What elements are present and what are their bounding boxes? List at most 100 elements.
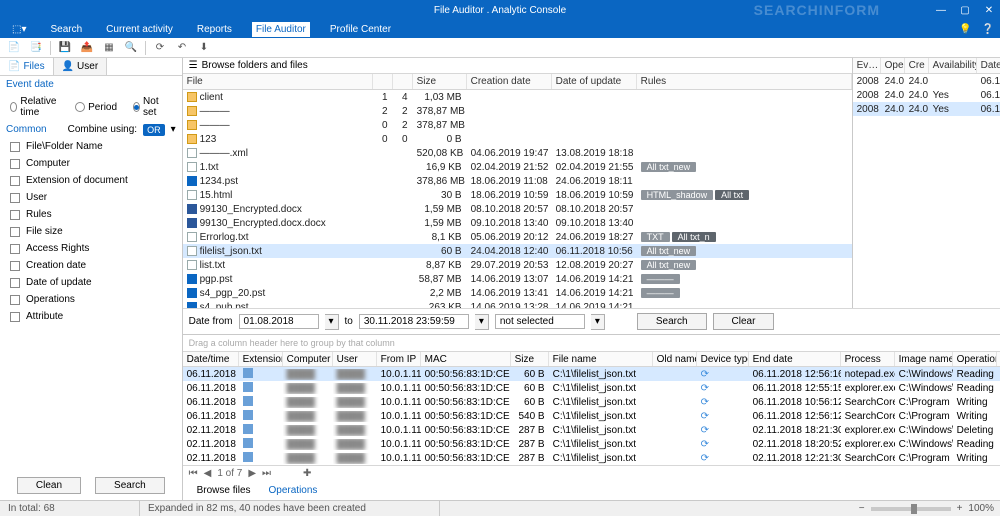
radio-not-set[interactable]: Not set: [133, 96, 162, 118]
zoom-out-icon[interactable]: −: [859, 503, 865, 514]
tab-user[interactable]: 👤User: [54, 58, 108, 75]
filter-date-of-update[interactable]: Date of update: [0, 274, 182, 291]
search-button[interactable]: Search: [95, 477, 165, 494]
data-col[interactable]: Computer: [283, 352, 333, 366]
file-row[interactable]: 15.html30 B18.06.2019 10:5918.06.2019 10…: [183, 188, 852, 202]
mini-col[interactable]: Ev…: [853, 58, 881, 73]
menu-reports[interactable]: Reports: [193, 22, 236, 37]
clean-button[interactable]: Clean: [17, 477, 81, 494]
help-icon[interactable]: ❔: [982, 24, 994, 35]
menu-search[interactable]: Search: [46, 22, 86, 37]
app-menu-icon[interactable]: ⬚▾: [8, 22, 30, 37]
data-row[interactable]: 06.11.2018████████10.0.1.1100:50:56:83:1…: [183, 395, 1000, 409]
data-col[interactable]: Old name: [653, 352, 697, 366]
data-col[interactable]: Process: [841, 352, 895, 366]
file-row[interactable]: 1.txt16,9 KB02.04.2019 21:5202.04.2019 2…: [183, 160, 852, 174]
data-col[interactable]: Operation: [953, 352, 997, 366]
col-d2[interactable]: [393, 74, 413, 89]
menu-profile-center[interactable]: Profile Center: [326, 22, 395, 37]
menu-file-auditor[interactable]: File Auditor: [252, 22, 310, 37]
undo-icon[interactable]: ↶: [174, 40, 190, 56]
data-row[interactable]: 02.11.2018████████10.0.1.1100:50:56:83:1…: [183, 437, 1000, 451]
col-created[interactable]: Creation date: [467, 74, 552, 89]
zoom-slider[interactable]: [871, 507, 951, 511]
file-row[interactable]: list.txt8,87 KB29.07.2019 20:5312.08.201…: [183, 258, 852, 272]
data-col[interactable]: Device type: [697, 352, 749, 366]
tab-browse-files[interactable]: Browse files: [189, 483, 259, 498]
filter-attribute[interactable]: Attribute: [0, 308, 182, 325]
col-size[interactable]: Size: [413, 74, 467, 89]
file-row[interactable]: 123000 B: [183, 132, 852, 146]
refresh-icon[interactable]: ⟳: [152, 40, 168, 56]
search-btn[interactable]: Search: [637, 313, 707, 330]
maximize-icon[interactable]: ▢: [958, 3, 972, 17]
filter-file-folder-name[interactable]: File\Folder Name: [0, 138, 182, 155]
col-file[interactable]: File: [183, 74, 373, 89]
tab-operations[interactable]: Operations: [261, 483, 326, 498]
lightbulb-icon[interactable]: 💡: [959, 24, 971, 35]
file-row[interactable]: pgp.pst58,87 MB14.06.2019 13:0714.06.201…: [183, 272, 852, 286]
minimize-icon[interactable]: —: [934, 3, 948, 17]
data-col[interactable]: From IP: [377, 352, 421, 366]
pager-prev-icon[interactable]: ◀: [204, 468, 212, 479]
mini-col[interactable]: Cre: [905, 58, 929, 73]
filter-file-size[interactable]: File size: [0, 223, 182, 240]
data-col[interactable]: File name: [549, 352, 653, 366]
file-row[interactable]: filelist_json.txt60 B24.04.2018 12:4006.…: [183, 244, 852, 258]
pager-next-icon[interactable]: ▶: [248, 468, 256, 479]
data-row[interactable]: 06.11.2018████████10.0.1.1100:50:56:83:1…: [183, 381, 1000, 395]
radio-period[interactable]: Period: [75, 102, 117, 113]
col-updated[interactable]: Date of update: [552, 74, 637, 89]
file-row[interactable]: 99130_Encrypted.docx.docx1,59 MB09.10.20…: [183, 216, 852, 230]
data-col[interactable]: End date: [749, 352, 841, 366]
date-to-drop-icon[interactable]: ▾: [475, 314, 489, 330]
filter-computer[interactable]: Computer: [0, 155, 182, 172]
col-rules[interactable]: Rules: [637, 74, 852, 89]
file-row[interactable]: 1234.pst378,86 MB18.06.2019 11:0824.06.2…: [183, 174, 852, 188]
data-col[interactable]: [997, 352, 1000, 366]
file-row[interactable]: 99130_Encrypted.docx1,59 MB08.10.2018 20…: [183, 202, 852, 216]
col-d1[interactable]: [373, 74, 393, 89]
mini-col[interactable]: Ope: [881, 58, 905, 73]
mini-col[interactable]: Date of update: [977, 58, 1000, 73]
combine-value[interactable]: OR: [143, 124, 165, 136]
pager-last-icon[interactable]: ⏭: [262, 468, 271, 479]
export-icon[interactable]: 📤: [79, 40, 95, 56]
data-row[interactable]: 02.11.2018████████10.0.1.1100:50:56:83:1…: [183, 451, 1000, 465]
save-icon[interactable]: 💾: [57, 40, 73, 56]
filter-extension-of-document[interactable]: Extension of document: [0, 172, 182, 189]
filter-access-rights[interactable]: Access Rights: [0, 240, 182, 257]
zoom-icon[interactable]: 🔍: [123, 40, 139, 56]
extra-filter[interactable]: not selected: [495, 314, 585, 329]
data-col[interactable]: Extension: [239, 352, 283, 366]
file-row[interactable]: s4_pgp_20.pst2,2 MB14.06.2019 13:4114.06…: [183, 286, 852, 300]
date-from-input[interactable]: 01.08.2018: [239, 314, 319, 329]
data-col[interactable]: User: [333, 352, 377, 366]
mini-row[interactable]: 2008…24.0…24.0…Yes06.11.2018 18:58:1160 …: [853, 88, 1000, 102]
data-col[interactable]: Size: [511, 352, 549, 366]
data-row[interactable]: 06.11.2018████████10.0.1.1100:50:56:83:1…: [183, 367, 1000, 381]
pager-add-icon[interactable]: ✚: [303, 468, 311, 479]
menu-current-activity[interactable]: Current activity: [102, 22, 177, 37]
radio-relative-time[interactable]: Relative time: [10, 96, 59, 118]
date-to-input[interactable]: 30.11.2018 23:59:59: [359, 314, 469, 329]
filter-creation-date[interactable]: Creation date: [0, 257, 182, 274]
chevron-down-icon[interactable]: ▾: [171, 124, 176, 135]
file-row[interactable]: ———.xml520,08 KB04.06.2019 19:4713.08.20…: [183, 146, 852, 160]
add-doc-icon[interactable]: 📑: [28, 40, 44, 56]
data-col[interactable]: Image name: [895, 352, 953, 366]
close-icon[interactable]: ✕: [982, 3, 996, 17]
filter-user[interactable]: User: [0, 189, 182, 206]
data-col[interactable]: Date/time: [183, 352, 239, 366]
extra-drop-icon[interactable]: ▾: [591, 314, 605, 330]
grid-icon[interactable]: ▦: [101, 40, 117, 56]
file-list[interactable]: client141,03 MB———22378,87 MB———02378,87…: [183, 90, 852, 308]
mini-row[interactable]: 2008…24.0…24.0…06.11.2018 18:58:1160 B: [853, 74, 1000, 88]
clear-btn[interactable]: Clear: [713, 313, 775, 330]
file-row[interactable]: s4_pub.pst263 KB14.06.2019 13:2814.06.20…: [183, 300, 852, 308]
file-row[interactable]: Errorlog.txt8,1 KB05.06.2019 20:1224.06.…: [183, 230, 852, 244]
mini-row[interactable]: 2008…24.0…24.0…Yes06.11.2018 18:58:1160 …: [853, 102, 1000, 116]
new-doc-icon[interactable]: 📄: [6, 40, 22, 56]
mini-col[interactable]: Availability: [929, 58, 977, 73]
file-row[interactable]: ———22378,87 MB: [183, 104, 852, 118]
